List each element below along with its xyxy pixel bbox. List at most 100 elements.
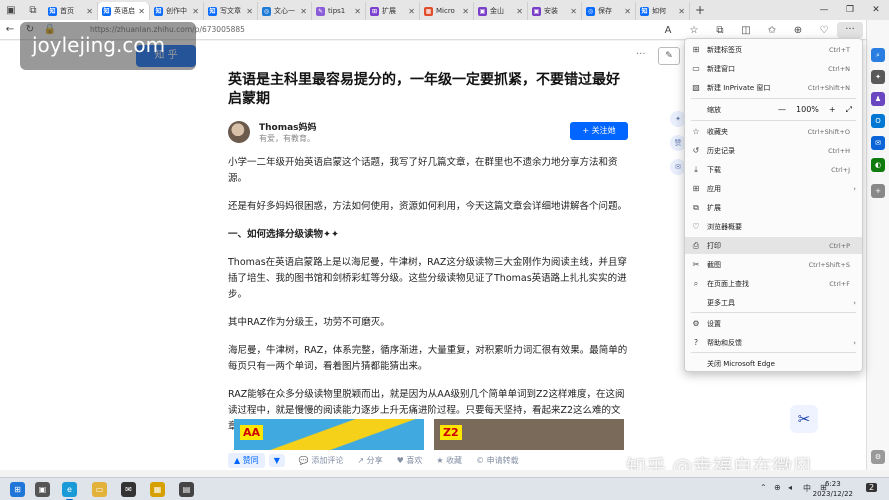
tab-close-icon[interactable]: ✕ (246, 7, 253, 16)
tab-4[interactable]: ◎ 文心一 ✕ (258, 2, 312, 20)
tab-8[interactable]: ▣ 金山 ✕ (474, 2, 528, 20)
menu-item-16[interactable]: 关闭 Microsoft Edge (685, 355, 862, 372)
tab-11[interactable]: 知如何 ✕ (636, 2, 690, 20)
tab-close-icon[interactable]: ✕ (300, 7, 307, 16)
fullscreen-icon[interactable]: ⤢ (846, 105, 852, 115)
toolbar-icons: A ☆ ⧉ ◫ ✩ ⊕ ♡ ··· ◆ (655, 20, 889, 40)
network-icon[interactable]: ⊕ (774, 483, 781, 492)
close-window-icon[interactable]: ✕ (863, 0, 889, 20)
tab-6[interactable]: ⊞ 扩展 ✕ (366, 2, 420, 20)
collect-button[interactable]: ★ 收藏 (436, 455, 462, 466)
scissors-icon[interactable]: ✂ (790, 405, 818, 433)
volume-icon[interactable]: ◂ (788, 483, 792, 492)
menu-item-13[interactable]: 更多工具 › (685, 294, 862, 311)
comment-button[interactable]: 💬 添加评论 (299, 455, 344, 466)
menu-item-0[interactable]: ⊞ 新建标签页 Ctrl+T (685, 41, 862, 58)
reprint-button[interactable]: © 申请转载 (476, 455, 519, 466)
tab-close-icon[interactable]: ✕ (516, 7, 523, 16)
menu-item-4[interactable]: ☆ 收藏夹 Ctrl+Shift+O (685, 123, 862, 140)
tab-close-icon[interactable]: ✕ (570, 7, 577, 16)
menu-item-11[interactable]: ✂ 截图 Ctrl+Shift+S (685, 256, 862, 273)
tab-favicon-icon: ⊞ (370, 6, 379, 16)
menu-item-2[interactable]: ▧ 新建 InPrivate 窗口 Ctrl+Shift+N (685, 79, 862, 96)
copilot-icon[interactable]: ♡ (811, 25, 837, 36)
collections-icon[interactable]: ⊕ (785, 25, 811, 36)
tab-close-icon[interactable]: ✕ (354, 7, 361, 16)
follow-button[interactable]: + 关注她 (570, 122, 628, 140)
menu-item-14[interactable]: ⚙ 设置 (685, 315, 862, 332)
mail-icon[interactable]: ✉ (121, 482, 136, 497)
outlook-icon[interactable]: ✉ (871, 136, 885, 150)
minimize-icon[interactable]: — (811, 0, 837, 20)
tab-10[interactable]: ◎ 保存 ✕ (582, 2, 636, 20)
menu-item-1[interactable]: ▭ 新建窗口 Ctrl+N (685, 60, 862, 77)
tab-9[interactable]: ▣ 安装 ✕ (528, 2, 582, 20)
store-icon[interactable]: ▤ (179, 482, 194, 497)
avatar[interactable] (228, 121, 250, 143)
read-aloud-icon[interactable]: A (655, 25, 681, 36)
office-icon[interactable]: O (871, 114, 885, 128)
tab-5[interactable]: ✎ tips1 ✕ (312, 2, 366, 20)
menu-item-12[interactable]: ⌕ 在页面上查找 Ctrl+F (685, 275, 862, 292)
favorite-star-icon[interactable]: ☆ (681, 25, 707, 36)
sidebar-settings-icon[interactable]: ⚙ (871, 450, 885, 464)
tab-close-icon[interactable]: ✕ (86, 7, 93, 16)
edge-taskbar-icon[interactable]: e (62, 482, 77, 500)
upvote-button[interactable]: ▲ 赞同 (228, 452, 265, 468)
tab-close-icon[interactable]: ✕ (138, 7, 145, 16)
games-icon[interactable]: ♟ (871, 92, 885, 106)
tab-7[interactable]: ▦ Micro ✕ (420, 2, 474, 20)
tab-close-icon[interactable]: ✕ (624, 7, 631, 16)
settings-more-icon[interactable]: ··· (837, 22, 863, 38)
tab-favicon-icon: 知 (640, 6, 649, 16)
zoom-in-button[interactable]: + (829, 105, 836, 114)
menu-item-6[interactable]: ⤓ 下载 Ctrl+J (685, 161, 862, 178)
menu-item-5[interactable]: ↺ 历史记录 Ctrl+H (685, 142, 862, 159)
share-button[interactable]: ↗ 分享 (357, 455, 382, 466)
tab-2[interactable]: 知创作中 ✕ (150, 2, 204, 20)
tab-close-icon[interactable]: ✕ (192, 7, 199, 16)
menu-item-8[interactable]: ⧉ 扩展 (685, 199, 862, 216)
downvote-button[interactable]: ▼ (268, 453, 285, 467)
zoom-out-button[interactable]: — (778, 105, 786, 114)
write-icon[interactable]: ✎ (658, 47, 680, 65)
tab-close-icon[interactable]: ✕ (408, 7, 415, 16)
clock[interactable]: 6:23 2023/12/22 (813, 479, 853, 499)
split-screen-icon[interactable]: ◫ (733, 25, 759, 36)
menu-item-label: 帮助和反馈 (707, 338, 742, 347)
new-tab-button[interactable]: + (690, 3, 710, 17)
app-icon[interactable]: ▦ (150, 482, 165, 497)
tab-close-icon[interactable]: ✕ (678, 7, 685, 16)
workspaces-icon[interactable]: ▣ (0, 0, 22, 20)
search-icon[interactable]: ⌕ (871, 48, 885, 62)
tools-icon[interactable]: ✦ (871, 70, 885, 84)
menu-item-10[interactable]: ⎙ 打印 Ctrl+P (685, 237, 862, 254)
menu-item-7[interactable]: ⊞ 应用 › (685, 180, 862, 197)
notification-badge[interactable]: 2 (866, 483, 878, 492)
tab-0[interactable]: 知首页 ✕ (44, 2, 98, 20)
back-icon[interactable]: ← (0, 24, 20, 35)
restore-icon[interactable]: ❐ (837, 0, 863, 20)
add-sidebar-icon[interactable]: + (871, 184, 885, 198)
tab-1[interactable]: 知英语启 ✕ (98, 2, 150, 20)
favorites-icon[interactable]: ✩ (759, 25, 785, 36)
drop-icon[interactable]: ◐ (871, 158, 885, 172)
tab-close-icon[interactable]: ✕ (462, 7, 469, 16)
like-button[interactable]: ♥ 喜欢 (397, 455, 423, 466)
tab-actions-icon[interactable]: ⧉ (22, 0, 44, 20)
menu-item-9[interactable]: ♡ 浏览器概要 (685, 218, 862, 235)
start-icon[interactable]: ⊞ (10, 482, 25, 497)
menu-item-3[interactable]: 缩放 — 100% + ⤢ (685, 101, 862, 118)
page-more-icon[interactable]: ··· (636, 49, 646, 60)
ime-indicator[interactable]: 中 (803, 483, 811, 494)
tab-3[interactable]: 知写文章 ✕ (204, 2, 258, 20)
file-explorer-icon[interactable]: ▭ (92, 482, 107, 497)
menu-item-icon: ♡ (692, 222, 700, 231)
menu-item-15[interactable]: ? 帮助和反馈 › (685, 334, 862, 351)
menu-item-icon: ▭ (692, 64, 700, 73)
tray-chevron-icon[interactable]: ⌃ (760, 483, 767, 492)
task-view-icon[interactable]: ▣ (35, 482, 50, 497)
author-name[interactable]: Thomas妈妈 (259, 120, 317, 133)
extensions-icon[interactable]: ⧉ (707, 25, 733, 36)
menu-item-icon: ⊞ (692, 184, 700, 193)
